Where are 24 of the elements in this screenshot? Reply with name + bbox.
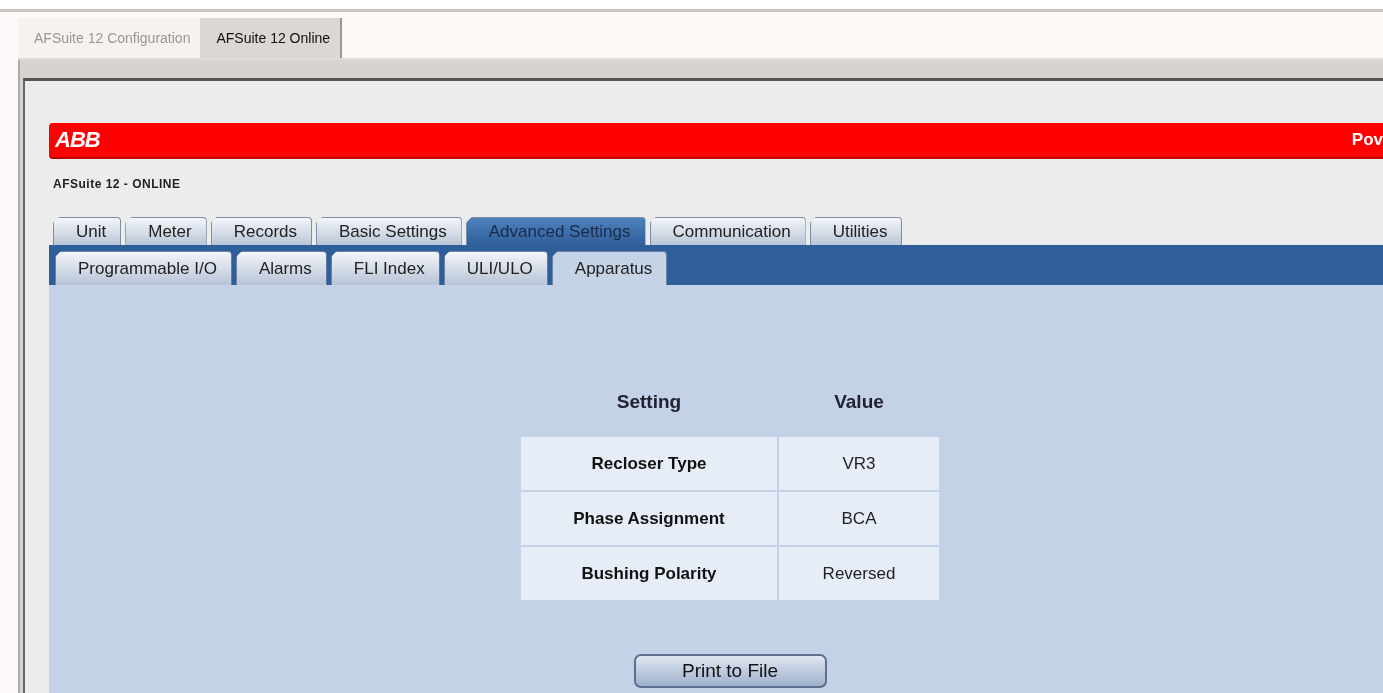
table-cell: Reversed [778, 546, 940, 601]
column-header: Setting [615, 390, 683, 414]
table-cell: Bushing Polarity [520, 546, 778, 601]
subtab[interactable]: Programmable I/O [55, 251, 232, 285]
subtab[interactable]: ULI/ULO [443, 251, 548, 285]
table-cell: BCA [778, 491, 940, 546]
page-subtitle: AFSuite 12 - ONLINE [53, 177, 182, 191]
app-tab[interactable]: AFSuite 12 Online [200, 18, 343, 58]
tab[interactable]: Records [210, 217, 312, 245]
subtab[interactable]: Apparatus [551, 251, 668, 285]
table-cell: VR3 [778, 436, 940, 491]
tab[interactable]: Meter [125, 217, 207, 245]
tab[interactable]: Communication [649, 217, 806, 245]
column-header: Value [833, 390, 885, 414]
logo: ABB [53, 127, 100, 153]
subtab[interactable]: Alarms [235, 251, 327, 285]
print-to-file-button[interactable]: Print to File [633, 654, 827, 688]
banner-tagline: Pov [1351, 130, 1383, 150]
table-cell: Recloser Type [520, 436, 778, 491]
tab[interactable]: Unit [53, 217, 122, 245]
subtab[interactable]: FLI Index [330, 251, 440, 285]
tab[interactable]: Basic Settings [316, 217, 462, 245]
tab[interactable]: Utilities [809, 217, 903, 245]
table-cell: Phase Assignment [520, 491, 778, 546]
